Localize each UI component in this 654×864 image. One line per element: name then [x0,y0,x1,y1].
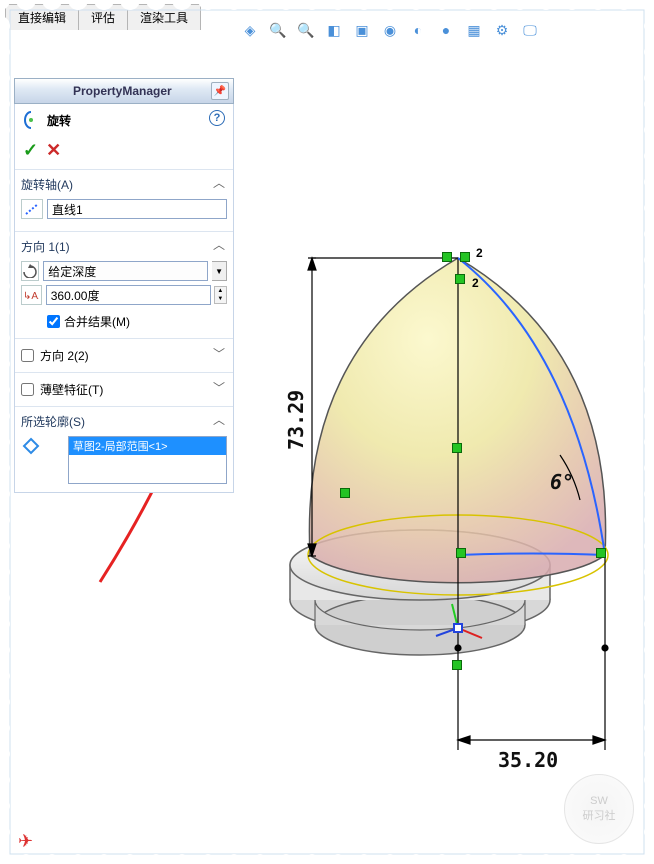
section-view-icon[interactable]: ◧ [324,20,344,40]
dir2-checkbox[interactable] [21,349,34,362]
sketch-handle[interactable] [456,548,466,558]
confirm-row: ✓ ✕ [15,136,233,169]
section-contours: 所选轮廓(S) ︿ 草图2-局部范围<1> [15,407,233,492]
ok-button[interactable]: ✓ [23,140,38,161]
section-axis: 旋转轴(A) ︿ [15,170,233,231]
view-orientation-icon[interactable]: ▣ [352,20,372,40]
dim-height[interactable]: 73.29 [284,390,308,450]
watermark-l1: SW [590,795,608,807]
dir2-check-row[interactable]: 方向 2(2) [21,347,227,364]
hide-show-icon[interactable]: ◐ [408,20,428,40]
display-style-icon[interactable]: ◉ [380,20,400,40]
apply-scene-icon[interactable]: ▦ [464,20,484,40]
watermark: SW 研习社 [564,774,634,844]
tab-direct-edit[interactable]: 直接编辑 [5,4,79,30]
thin-check-row[interactable]: 薄壁特征(T) [21,381,227,398]
chevron-down-icon[interactable]: ﹀ [213,379,225,396]
sketch-handle[interactable] [455,274,465,284]
dir2-label: 方向 2(2) [40,347,89,364]
pin-icon[interactable]: 📌 [211,82,229,100]
section-contours-title: 所选轮廓(S) [21,413,227,430]
zoom-area-icon[interactable]: 🔍 [268,20,288,40]
dim-angle[interactable]: 6° [550,470,574,494]
chevron-down-icon[interactable]: ﹀ [213,345,225,362]
axis-input[interactable] [47,199,227,219]
section-thin: 薄壁特征(T) ﹀ [15,373,233,406]
revolve-icon [21,110,41,130]
thin-label: 薄壁特征(T) [40,381,103,398]
collapse-icon[interactable]: ︿ [213,236,225,253]
contour-icon [21,436,42,456]
sketch-handle[interactable] [596,548,606,558]
feature-header: 旋转 ? [15,104,233,136]
tab-render-tools[interactable]: 渲染工具 [127,4,201,30]
dropdown-icon[interactable]: ▼ [212,261,227,281]
sketch-handle[interactable] [452,660,462,670]
end-condition-select[interactable] [43,261,208,281]
thin-checkbox[interactable] [21,383,34,396]
contour-listbox[interactable]: 草图2-局部范围<1> [68,436,227,484]
section-direction2: 方向 2(2) ﹀ [15,339,233,372]
angle-spinner[interactable]: ▲▼ [214,286,227,304]
section-dir1-title: 方向 1(1) [21,238,227,255]
feature-name: 旋转 [47,112,71,129]
contour-item-selected[interactable]: 草图2-局部范围<1> [69,437,226,455]
edit-appearance-icon[interactable]: ● [436,20,456,40]
ribbon-tabs: 直接编辑 评估 渲染工具 [5,4,200,30]
cancel-button[interactable]: ✕ [46,140,61,161]
viewport-toolbar: ◈ 🔍 🔍 ◧ ▣ ◉ ◐ ● ▦ ⚙ 🖵 [240,20,540,40]
section-axis-title: 旋转轴(A) [21,176,227,193]
sketch-handle[interactable] [442,252,452,262]
collapse-icon[interactable]: ︿ [213,411,225,428]
axis-line-icon[interactable] [21,199,43,219]
angle-input[interactable] [46,285,211,305]
help-icon[interactable]: ? [209,110,225,126]
viewport-layout-icon[interactable]: 🖵 [520,20,540,40]
sketch-handle[interactable] [452,443,462,453]
marker-2a: 2 [476,246,483,260]
merge-checkbox[interactable] [47,315,60,328]
sketch-handle[interactable] [340,488,350,498]
watermark-l2: 研习社 [583,807,616,823]
section-direction1: 方向 1(1) ︿ ▼ ↳A1 ▲▼ 合并结果(M) [15,232,233,338]
panel-header: PropertyManager 📌 [14,78,234,104]
zoom-fit-icon[interactable]: ◈ [240,20,260,40]
prev-view-icon[interactable]: 🔍 [296,20,316,40]
dim-radius[interactable]: 35.20 [498,748,558,772]
sketch-handle[interactable] [460,252,470,262]
property-manager-panel: PropertyManager 📌 旋转 ? ✓ ✕ 旋转轴(A) ︿ [14,78,234,493]
svg-text:↳A1: ↳A1 [23,291,39,302]
tab-evaluate[interactable]: 评估 [78,4,128,30]
view-triad[interactable]: ✈ [18,831,33,852]
panel-title: PropertyManager [73,84,172,98]
direction-icon[interactable] [21,261,39,281]
collapse-icon[interactable]: ︿ [213,174,225,191]
merge-label: 合并结果(M) [64,313,130,330]
view-settings-icon[interactable]: ⚙ [492,20,512,40]
merge-check-row[interactable]: 合并结果(M) [47,313,130,330]
marker-2b: 2 [472,276,479,290]
angle-icon[interactable]: ↳A1 [21,285,42,305]
